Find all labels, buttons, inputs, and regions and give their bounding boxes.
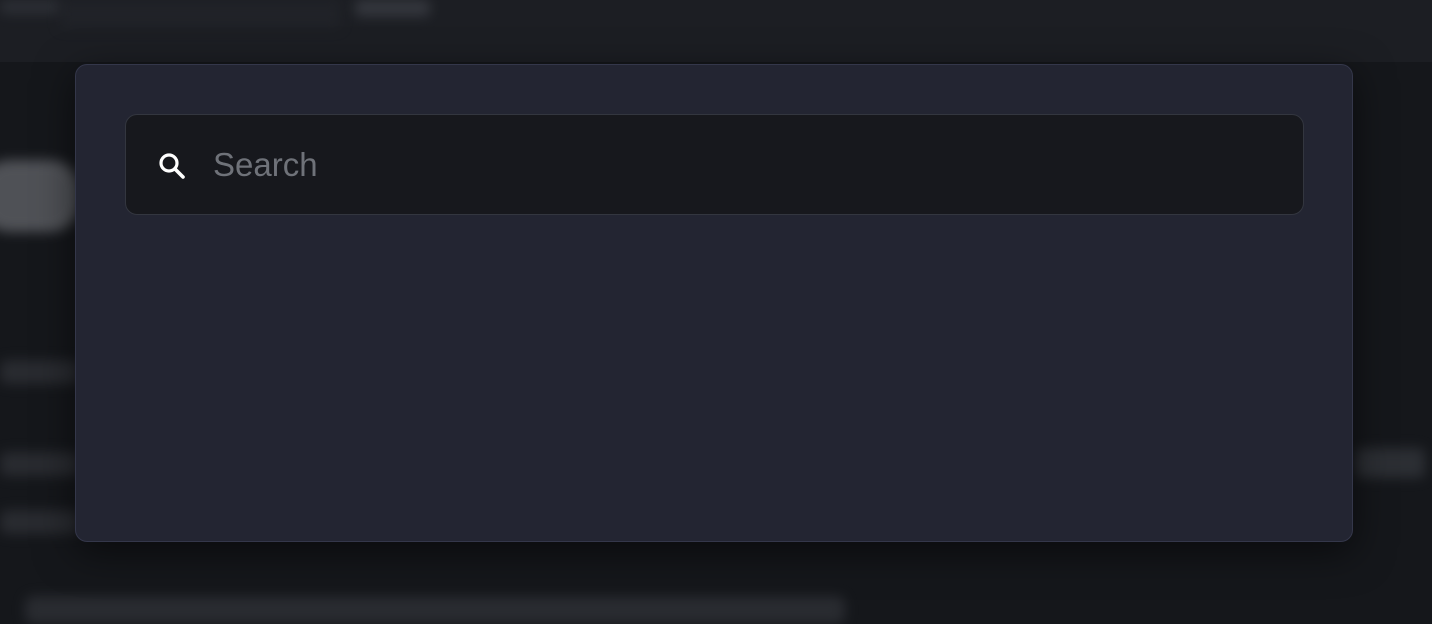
- background-blur: [1355, 448, 1425, 478]
- background-blur: [0, 510, 80, 534]
- background-blur: [0, 452, 80, 476]
- background-blur: [0, 160, 80, 232]
- background-blur: [355, 0, 430, 16]
- background-blur: [0, 0, 60, 14]
- search-box[interactable]: [125, 114, 1304, 215]
- background-blur: [60, 0, 340, 28]
- background-blur: [0, 360, 80, 384]
- search-icon: [156, 150, 188, 182]
- search-input[interactable]: [213, 139, 1273, 191]
- background-blur: [25, 596, 845, 624]
- search-modal: [75, 64, 1353, 542]
